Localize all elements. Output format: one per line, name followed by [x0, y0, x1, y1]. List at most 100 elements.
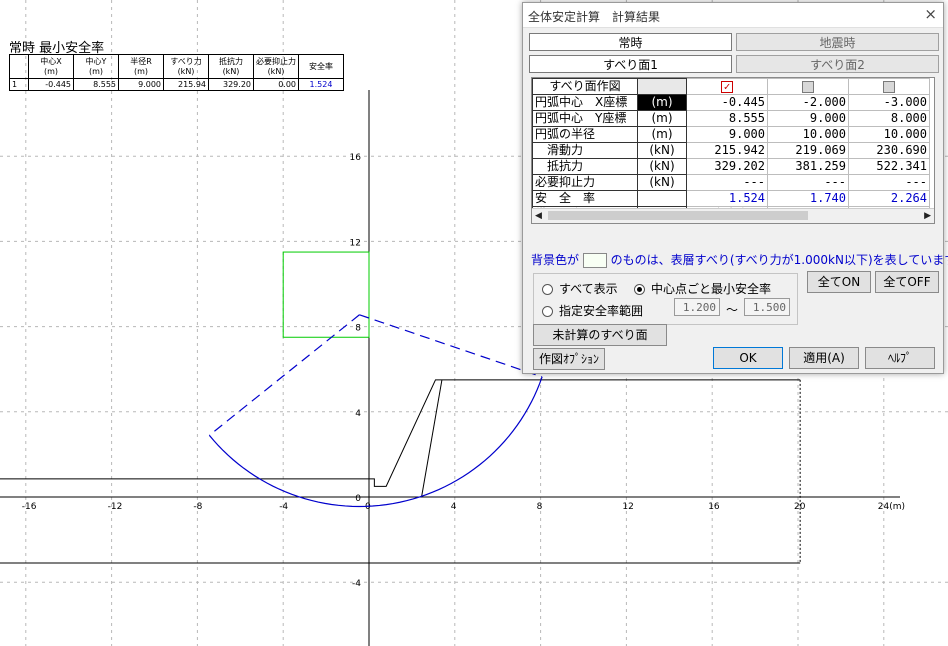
checkbox-checked-icon[interactable]: ✓	[721, 80, 733, 93]
grid-row: 滑動力 (kN) 215.942 219.069 230.690	[532, 142, 930, 159]
summary-cell: 329.20	[208, 78, 254, 91]
draw-checkbox-cell[interactable]: ✓	[686, 78, 768, 95]
grid-row-unit[interactable]: (m)	[637, 94, 687, 111]
radio-range[interactable]: 指定安全率範囲	[542, 302, 643, 319]
grid-value-cell[interactable]: 1.740	[767, 190, 849, 207]
summary-header-cell: 安全率	[298, 54, 344, 79]
grid-row-label: 抵抗力	[532, 158, 638, 175]
summary-cell: 0.00	[253, 78, 299, 91]
summary-header-line1: 安全率	[309, 61, 333, 71]
x-tick-label: 0	[365, 502, 371, 512]
y-tick-label: 16	[350, 153, 362, 163]
summary-cell: 8.555	[73, 78, 119, 91]
radio-show-all-label: すべて表示	[559, 282, 618, 296]
summary-header-line1: 必要抑止力	[256, 56, 296, 66]
ok-button[interactable]: OK	[713, 347, 783, 369]
grid-value-cell[interactable]: 9.000	[767, 110, 849, 127]
all-off-button[interactable]: 全てOFF	[875, 271, 939, 293]
dialog-titlebar[interactable]: 全体安定計算 計算結果 ×	[523, 3, 943, 28]
grid-value-cell[interactable]: 219.069	[767, 142, 849, 159]
grid-value-cell[interactable]: -2.000	[767, 94, 849, 111]
all-on-button[interactable]: 全てON	[807, 271, 871, 293]
radio-min-per-center-label: 中心点ごと最小安全率	[651, 282, 772, 296]
close-icon[interactable]: ×	[924, 5, 937, 23]
grid-row-unit[interactable]: (kN)	[637, 142, 687, 159]
grid-value-cell[interactable]: ---	[767, 174, 849, 191]
grid-value-cell[interactable]: 10.000	[767, 126, 849, 143]
grid-row-label: 円弧中心 Y座標	[532, 110, 638, 127]
grid-row: 抵抗力 (kN) 329.202 381.259 522.341	[532, 158, 930, 175]
checkbox-icon[interactable]	[802, 80, 814, 93]
summary-cell: 9.000	[118, 78, 164, 91]
summary-header-cell: 中心X (m)	[28, 54, 74, 79]
grid-row-unit[interactable]: (kN)	[637, 174, 687, 191]
summary-table: 中心X (m) 中心Y (m) 半径R (m) すべり力 (kN) 抵抗力 (kN) 必要抑止力 (k…	[9, 54, 344, 91]
grid-row-label: 円弧の半径	[532, 126, 638, 143]
grid-value-cell[interactable]: ---	[686, 174, 768, 191]
grid-value-cell[interactable]: 8.000	[848, 110, 930, 127]
apply-button[interactable]: 適用(A)	[789, 347, 859, 369]
grid-value-cell[interactable]: 10.000	[848, 126, 930, 143]
grid-value-cell[interactable]: 1.524	[686, 190, 768, 207]
draw-surface-label: すべり面作図	[532, 78, 638, 95]
surface-color-swatch	[582, 253, 607, 268]
grid-value-cell[interactable]: ---	[848, 174, 930, 191]
grid-row: 必要抑止力 (kN) --- --- ---	[532, 174, 930, 191]
range-to-field[interactable]: 1.500	[744, 298, 790, 316]
grid-value-cell[interactable]: 522.341	[848, 158, 930, 175]
summary-header-line2: (kN)	[177, 66, 195, 76]
x-tick-label: -16	[22, 502, 37, 512]
scroll-left-icon[interactable]: ◀	[535, 209, 542, 223]
tab-surface-2[interactable]: すべり面2	[736, 55, 939, 73]
grid-row-unit[interactable]	[637, 190, 687, 207]
grid-value-cell[interactable]: 2.264	[848, 190, 930, 207]
grid-value-cell[interactable]: 215.942	[686, 142, 768, 159]
summary-header-line2: (m)	[133, 66, 149, 76]
checkbox-icon[interactable]	[883, 80, 895, 93]
draw-checkbox-cell[interactable]	[767, 78, 849, 95]
grid-value-cell[interactable]: 8.555	[686, 110, 768, 127]
tab-normal[interactable]: 常時	[529, 33, 732, 51]
scroll-right-icon[interactable]: ▶	[924, 209, 931, 223]
tab-surface-1[interactable]: すべり面1	[529, 55, 732, 73]
radio-show-all[interactable]: すべて表示	[542, 280, 618, 297]
wall-back-line	[421, 379, 443, 498]
grid-value-cell[interactable]: -0.445	[686, 94, 768, 111]
grid-value-cell[interactable]: 329.202	[686, 158, 768, 175]
x-tick-label: 4	[451, 502, 457, 512]
results-grid: すべり面作図 ✓ 円弧中心 X座標 (m) -0.445 -2.000 -3.000 円弧中心…	[531, 77, 935, 224]
grid-value-cell[interactable]: 381.259	[767, 158, 849, 175]
grid-row-unit[interactable]: (m)	[637, 126, 687, 143]
grid-row-label: 必要抑止力	[532, 174, 638, 191]
note-suffix: のものは、表層すべり(すべり力が1.000kN以下)を表しています。	[610, 253, 948, 267]
summary-cell: 1.524	[298, 78, 344, 91]
tab-seismic[interactable]: 地震時	[736, 33, 939, 51]
grid-row-unit[interactable]: (m)	[637, 110, 687, 127]
x-tick-label: -4	[279, 502, 288, 512]
radio-min-per-center[interactable]: 中心点ごと最小安全率	[634, 280, 771, 297]
plot-options-button[interactable]: 作図ｵﾌﾟｼｮﾝ	[533, 348, 605, 370]
grid-row: 円弧の半径 (m) 9.000 10.000 10.000	[532, 126, 930, 143]
grid-value-cell[interactable]: 230.690	[848, 142, 930, 159]
x-tick-label: -12	[108, 502, 123, 512]
help-button[interactable]: ﾍﾙﾌﾟ	[865, 347, 935, 369]
scroll-thumb[interactable]	[548, 211, 808, 220]
summary-header-line1: 中心X	[40, 56, 62, 66]
y-tick-label: 4	[355, 409, 361, 419]
draw-checkbox-cell[interactable]	[848, 78, 930, 95]
results-dialog: 全体安定計算 計算結果 × 常時 地震時 すべり面1 すべり面2 すべり面作図 ✓…	[522, 2, 948, 374]
summary-header-cell: すべり力 (kN)	[163, 54, 209, 79]
range-separator: ～	[726, 303, 739, 317]
radio-range-label: 指定安全率範囲	[559, 304, 644, 318]
horizontal-scrollbar[interactable]: ◀ ▶	[532, 208, 934, 223]
x-tick-label: 24(m)	[878, 502, 905, 512]
range-from-field[interactable]: 1.200	[674, 298, 720, 316]
grid-row-label: 円弧中心 X座標	[532, 94, 638, 111]
grid-row-unit[interactable]: (kN)	[637, 158, 687, 175]
uncalculated-surfaces-button[interactable]: 未計算のすべり面	[533, 324, 667, 346]
grid-value-cell[interactable]: -3.000	[848, 94, 930, 111]
summary-header-line2: (m)	[43, 66, 59, 76]
grid-value-cell[interactable]: 9.000	[686, 126, 768, 143]
x-tick-label: 16	[708, 502, 720, 512]
summary-header-cell: 半径R (m)	[118, 54, 164, 79]
